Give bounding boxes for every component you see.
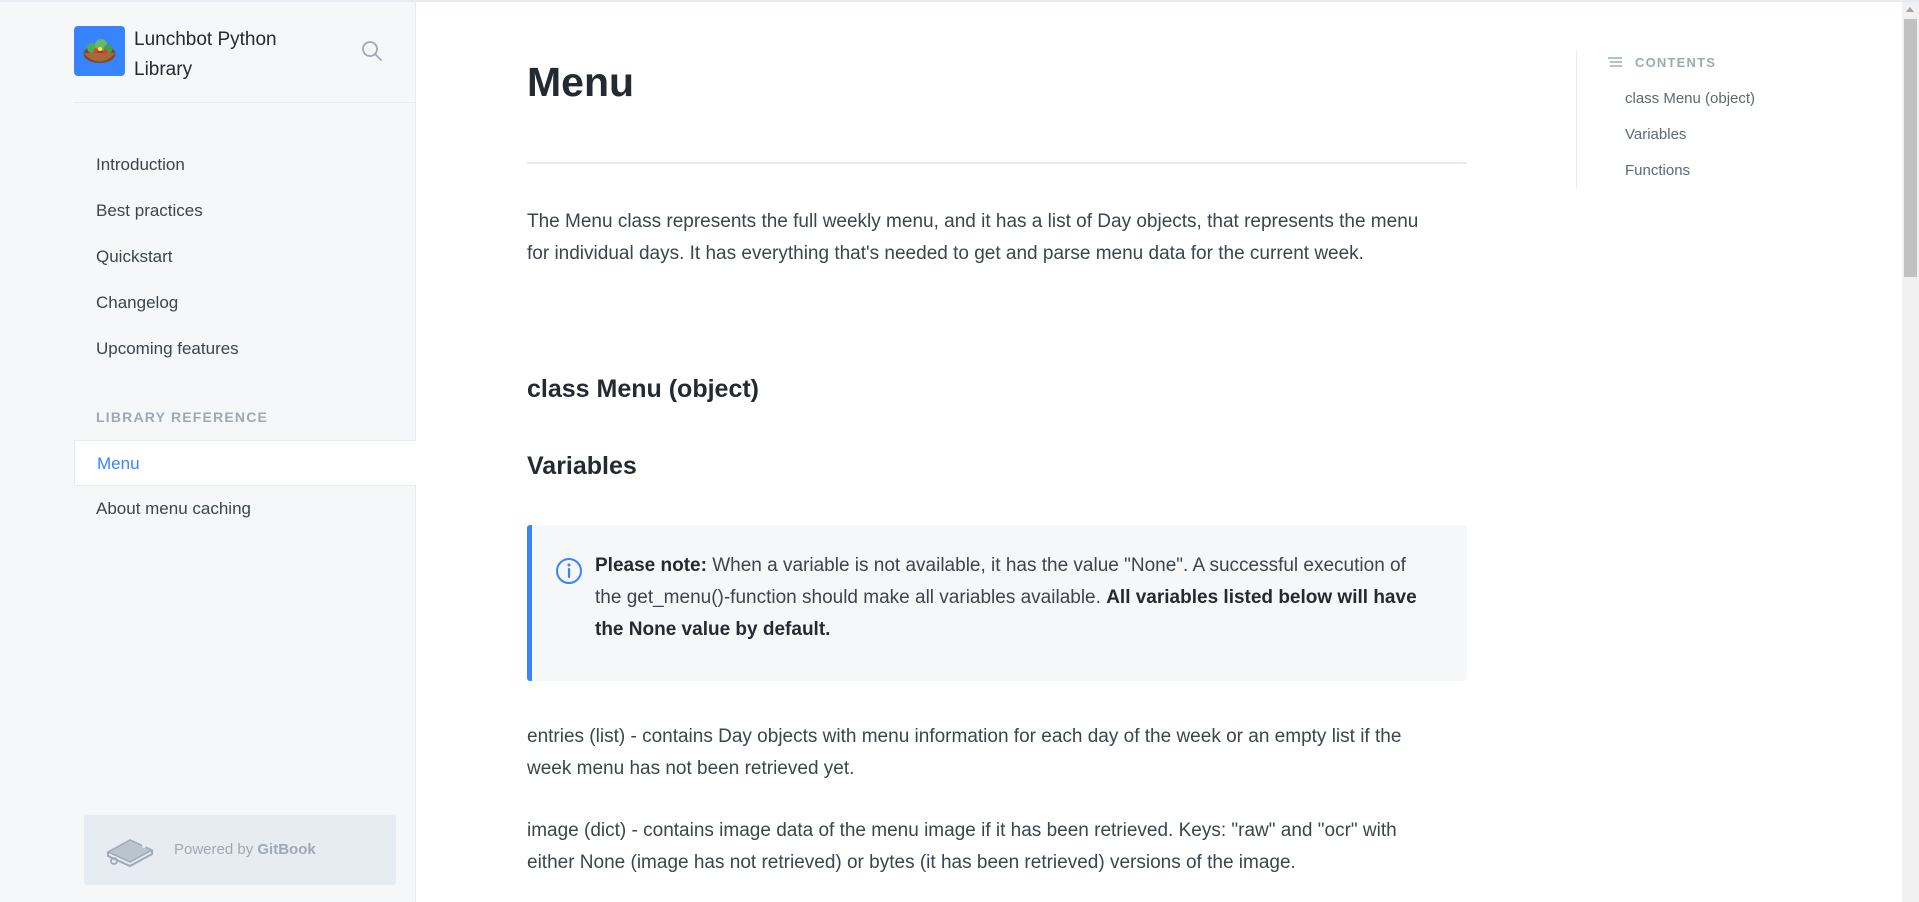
toc-item-functions[interactable]: Functions [1625,162,1690,179]
hint-lead: Please note: [595,555,707,576]
heading-class-menu: class Menu (object) [527,375,759,403]
sidebar-item-introduction[interactable]: Introduction [74,142,416,188]
sidebar-item-about-menu-caching[interactable]: About menu caching [74,486,416,532]
scroll-up-arrow-icon[interactable] [1906,7,1914,12]
sidebar-item-label: About menu caching [96,499,251,518]
image-line: either None (image has not retrieved) or… [527,852,1296,873]
scrollbar-thumb[interactable] [1904,19,1917,277]
intro-paragraph: The Menu class represents the full weekl… [527,206,1467,270]
powered-prefix: Powered by [174,841,254,858]
powered-by-gitbook-link[interactable]: Powered by GitBook [84,815,396,885]
sidebar-item-label: Introduction [96,155,185,174]
vertical-scrollbar[interactable] [1902,2,1919,902]
sidebar-item-label: Menu [97,454,140,473]
title-divider [527,162,1467,164]
salad-bowl-logo-icon [74,26,125,76]
powered-brand: GitBook [257,841,316,858]
brand[interactable]: Lunchbot Python Library [74,25,416,103]
image-paragraph: image (dict) - contains image data of th… [527,815,1467,879]
sidebar-item-upcoming-features[interactable]: Upcoming features [74,326,416,372]
sidebar: Lunchbot Python Library Introduction Bes… [0,2,416,902]
info-hint-box: Please note: When a variable is not avai… [527,525,1467,681]
heading-variables: Variables [527,452,637,480]
sidebar-item-changelog[interactable]: Changelog [74,280,416,326]
toc-list-icon [1607,56,1623,75]
brand-title[interactable]: Lunchbot Python Library [134,25,314,85]
page-title: Menu [527,59,635,105]
sidebar-item-label: Quickstart [96,247,173,266]
sidebar-item-best-practices[interactable]: Best practices [74,188,416,234]
intro-line: for individual days. It has everything t… [527,243,1364,264]
entries-line: week menu has not been retrieved yet. [527,758,855,779]
info-circle-icon [555,557,583,590]
sidebar-item-label: Upcoming features [96,339,239,358]
sidebar-nav: Introduction Best practices Quickstart C… [74,142,416,532]
intro-line: The Menu class represents the full weekl… [527,211,1419,232]
sidebar-section-library-reference: LIBRARY REFERENCE [96,409,269,425]
sidebar-item-label: Best practices [96,201,203,220]
image-line: image (dict) - contains image data of th… [527,820,1397,841]
sidebar-item-label: Changelog [96,293,179,312]
entries-line: entries (list) - contains Day objects wi… [527,726,1402,747]
search-icon[interactable] [360,39,384,63]
gitbook-logo-icon [104,832,156,873]
toc-item-class-menu[interactable]: class Menu (object) [1625,90,1755,107]
toc-heading: CONTENTS [1635,55,1717,70]
toc-item-variables[interactable]: Variables [1625,126,1686,143]
table-of-contents: CONTENTS class Menu (object) Variables F… [1576,50,1817,188]
entries-paragraph: entries (list) - contains Day objects wi… [527,721,1467,785]
powered-by-text: Powered by GitBook [174,815,316,885]
sidebar-item-quickstart[interactable]: Quickstart [74,234,416,280]
sidebar-item-menu[interactable]: Menu [74,440,416,486]
hint-text: Please note: When a variable is not avai… [595,550,1435,646]
